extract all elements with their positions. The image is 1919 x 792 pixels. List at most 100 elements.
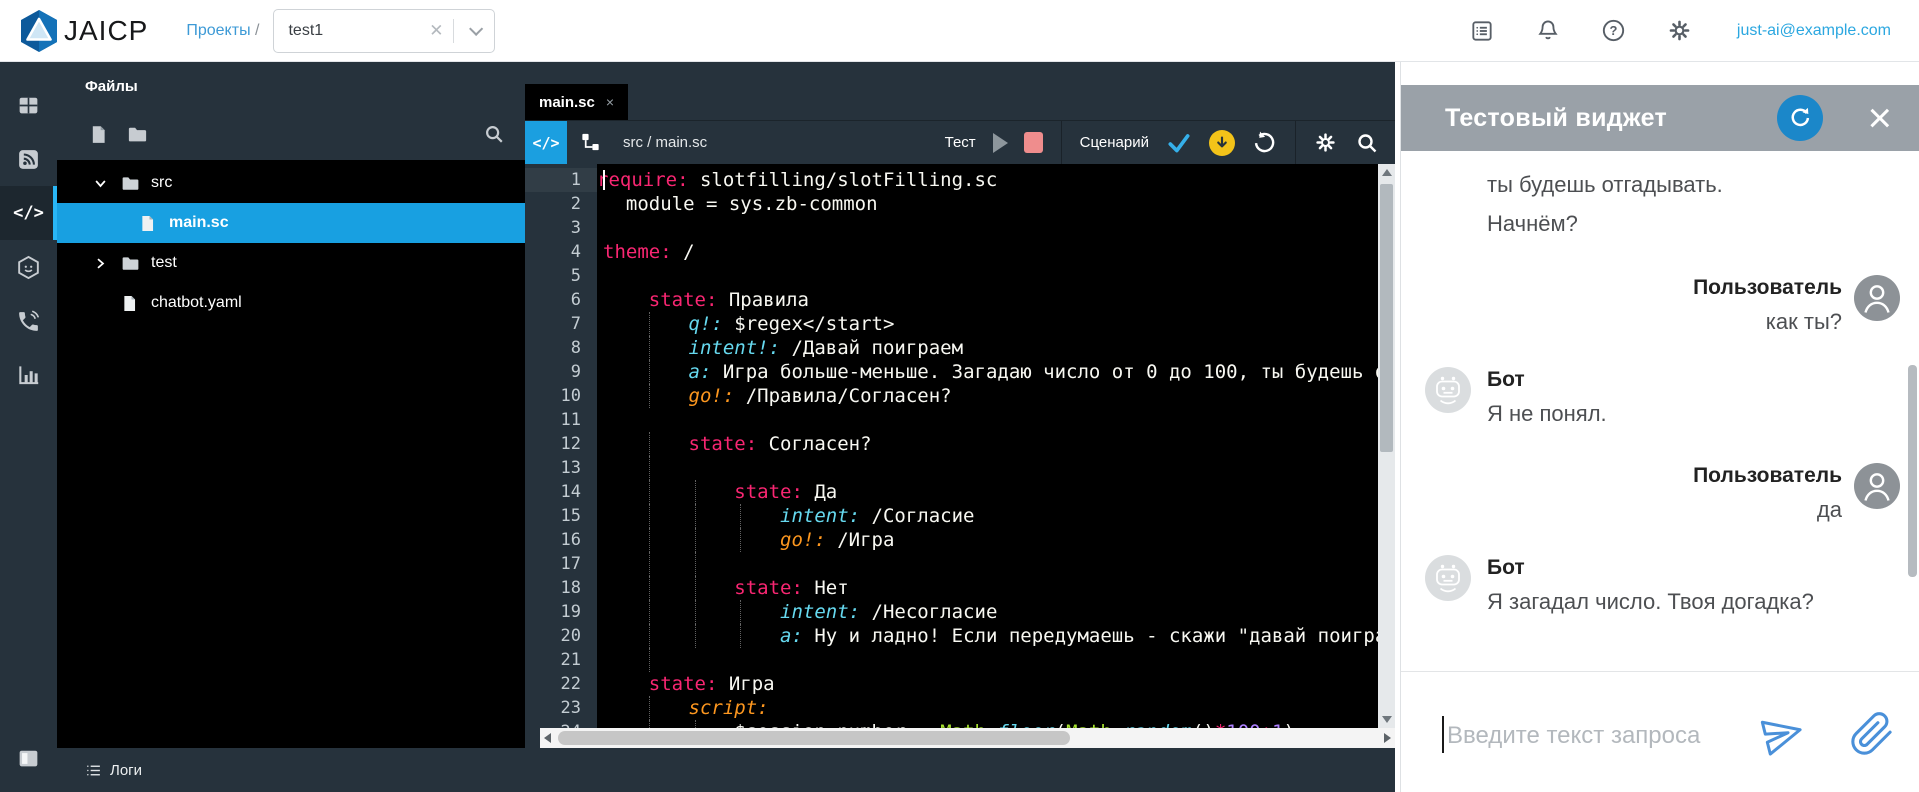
code-line: require: slotfilling/slotFilling.sc [597, 168, 1378, 192]
projects-link[interactable]: Проекты [186, 22, 250, 39]
tree-item-chatbot.yaml[interactable]: chatbot.yaml [57, 283, 525, 323]
code-token: state: [649, 673, 718, 695]
line-number: 9 [525, 360, 597, 384]
scroll-left-icon[interactable] [544, 733, 551, 743]
chat-scroll-thumb[interactable] [1908, 365, 1917, 577]
folder-icon [120, 173, 148, 194]
sidebar-item-dashboard[interactable] [0, 78, 57, 132]
bot-hexagon-icon [15, 254, 42, 281]
dashboard-grid-icon [16, 93, 41, 118]
indent-guide [649, 528, 650, 552]
chevron-down-icon[interactable] [454, 26, 494, 36]
scroll-down-icon[interactable] [1382, 716, 1392, 723]
scroll-up-icon[interactable] [1382, 169, 1392, 176]
send-message-button[interactable] [1759, 710, 1807, 763]
code-line [597, 408, 1378, 432]
code-editor-icon: </> [13, 203, 44, 223]
chat-message-user: Пользовательда [1401, 463, 1919, 527]
tree-item-label: chatbot.yaml [151, 294, 242, 312]
tree-item-main.sc[interactable]: main.sc [57, 203, 525, 243]
sidebar-item-code-editor[interactable]: </> [0, 186, 57, 240]
search-files-button[interactable] [483, 123, 505, 145]
code-token: Игра [717, 673, 774, 695]
new-file-button[interactable] [88, 124, 109, 145]
message-input[interactable]: Введите текст запроса [1401, 671, 1919, 792]
app-window: JAICP Проекты / test1 ✕ [0, 0, 1919, 792]
indent-guide [649, 384, 650, 408]
file-tree: srcmain.sctest chatbot.yaml [57, 160, 525, 748]
restart-test-button[interactable] [1777, 95, 1823, 141]
sidebar-item-nlu-bot[interactable] [0, 240, 57, 294]
new-folder-button[interactable] [126, 123, 149, 146]
code-line: state: Да [597, 480, 1378, 504]
search-in-code-button[interactable] [1355, 131, 1379, 155]
code-token: state: [649, 289, 718, 311]
undo-icon[interactable] [1252, 130, 1277, 155]
chevron-right-icon[interactable] [93, 256, 120, 271]
validate-check-icon[interactable] [1166, 130, 1192, 156]
indent-guide [649, 456, 650, 480]
run-test-play-icon[interactable] [993, 133, 1008, 153]
scroll-right-icon[interactable] [1384, 733, 1391, 743]
settings-gear-icon[interactable] [1665, 16, 1695, 46]
line-number: 23 [525, 696, 597, 720]
code-token [597, 385, 689, 407]
gear-icon [1313, 130, 1338, 155]
clear-project-icon[interactable]: ✕ [419, 21, 453, 41]
indent-guide [649, 432, 650, 456]
notifications-bell-icon[interactable] [1533, 16, 1563, 46]
code-lines[interactable]: require: slotfilling/slotFilling.sc modu… [597, 164, 1378, 748]
tree-item-test[interactable]: test [57, 243, 525, 283]
line-number: 20 [525, 624, 597, 648]
indent-guide [649, 360, 650, 384]
tree-item-src[interactable]: src [57, 163, 525, 203]
tasks-list-icon[interactable] [1467, 16, 1497, 46]
input-placeholder: Введите текст запроса [1447, 722, 1700, 750]
code-area[interactable]: 1234567891011121314151617181920212223242… [525, 164, 1395, 748]
input-cursor [1442, 716, 1444, 753]
horizontal-scroll-thumb[interactable] [558, 731, 1070, 745]
code-token: $regex</start> [723, 313, 895, 335]
tab-main-sc[interactable]: main.sc × [525, 84, 628, 120]
deploy-button[interactable] [1209, 130, 1235, 156]
code-token: state: [689, 433, 758, 455]
logs-button[interactable]: Логи [85, 762, 142, 779]
toolbar-separator [1061, 121, 1062, 165]
code-token: state: [734, 481, 803, 503]
project-selector[interactable]: test1 ✕ [273, 9, 495, 53]
vertical-scrollbar[interactable] [1378, 164, 1395, 728]
editor-settings-button[interactable] [1313, 130, 1338, 155]
code-line: intent!: /Давай поиграем [597, 336, 1378, 360]
code-view-button[interactable]: </> [525, 121, 567, 165]
vertical-scroll-thumb[interactable] [1380, 184, 1393, 452]
editor-breadcrumb: src / main.sc [623, 134, 707, 151]
code-line: q!: $regex</start> [597, 312, 1378, 336]
sidebar-item-analytics[interactable] [0, 348, 57, 402]
panel-toggle-icon [16, 746, 41, 771]
help-icon[interactable]: ? [1599, 16, 1629, 46]
line-number: 5 [525, 264, 597, 288]
editor-tab-bar: main.sc × [525, 62, 1395, 120]
code-token: a: [689, 361, 712, 383]
line-number: 4 [525, 240, 597, 264]
indent-guide [649, 336, 650, 360]
attach-file-button[interactable] [1849, 711, 1895, 762]
code-line: module = sys.zb-common [597, 192, 1378, 216]
close-tab-icon[interactable]: × [606, 94, 614, 110]
chevron-down-icon[interactable] [93, 176, 120, 191]
close-widget-icon[interactable]: × [1867, 98, 1892, 138]
chat-message-bot: БотЯ загадал число. Твоя догадка? [1401, 555, 1919, 619]
code-token [603, 673, 649, 695]
collapse-panel-button[interactable] [0, 736, 57, 780]
code-token: Нет [803, 577, 849, 599]
jaicp-logo[interactable]: JAICP [18, 8, 148, 54]
sidebar-item-channels[interactable] [0, 132, 57, 186]
horizontal-scrollbar[interactable] [540, 728, 1395, 748]
logs-list-icon [85, 762, 102, 779]
stop-icon[interactable] [1024, 132, 1043, 153]
indent-guide [695, 552, 696, 576]
visual-editor-button[interactable] [567, 121, 613, 165]
sidebar-item-telephony[interactable] [0, 294, 57, 348]
account-email[interactable]: just-ai@example.com [1737, 22, 1891, 40]
line-number: 11 [525, 408, 597, 432]
